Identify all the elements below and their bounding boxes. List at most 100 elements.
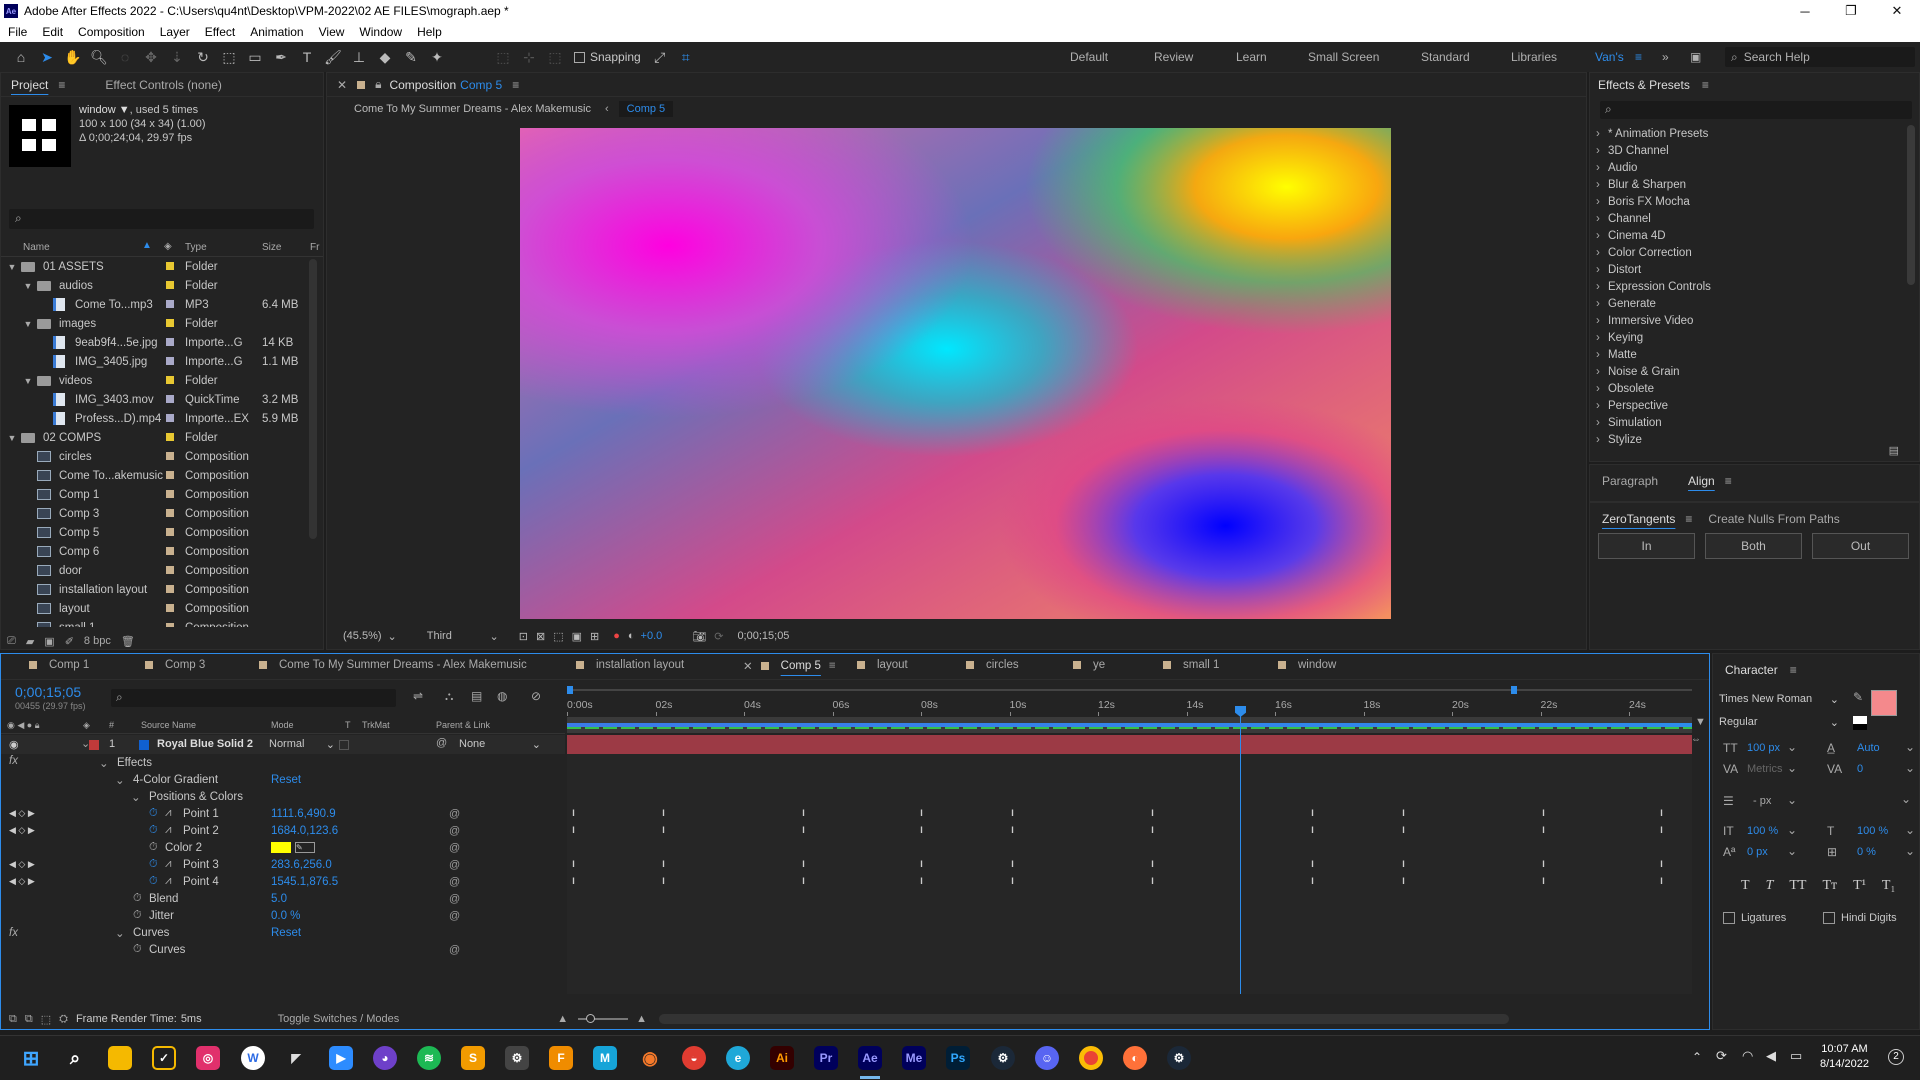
stopwatch-icon[interactable]: ⏱ [149,841,158,854]
timeline-tab[interactable]: ye [1073,659,1105,671]
leading-value[interactable]: Auto [1857,742,1880,754]
graph-icon[interactable]: ⩘ [165,824,172,837]
project-item[interactable]: 9eab9f4...5e.jpg Importe...G 14 KB [1,333,306,352]
project-item-name[interactable]: window ▼ [79,104,130,116]
baseline-shift-value[interactable]: 0 px [1747,846,1768,858]
webex-icon[interactable]: W [241,1046,265,1070]
timeline-tab[interactable]: Come To My Summer Dreams - Alex Makemusi… [259,659,527,671]
work-area-bar[interactable] [567,717,1692,733]
label-color-swatch[interactable] [166,509,174,517]
timeline-tab[interactable]: Comp 3 [145,659,205,671]
clone-stamp-tool-icon[interactable]: ⊥ [346,44,372,70]
keyframe[interactable]: I [1009,860,1016,869]
battery-icon[interactable]: ▭ [1790,1048,1802,1064]
keyframe[interactable]: I [570,877,577,886]
chevron-down-icon[interactable]: ⌄ [1787,844,1797,858]
expression-pickwhip-icon[interactable]: @ [449,808,460,820]
axis-local-icon[interactable]: ⬚ [490,44,516,70]
effects-search-input[interactable]: ⌕ [1600,101,1912,119]
axis-world-icon[interactable]: ⊹ [516,44,542,70]
rectangle-tool-icon[interactable]: ▭ [242,44,268,70]
project-item[interactable]: circles Composition [1,447,306,466]
browser-app-icon[interactable]: ◒ [682,1046,706,1070]
color-swatch[interactable] [271,842,291,853]
effect-category[interactable]: › Simulation [1596,414,1896,431]
orbit-tool-icon[interactable]: ◌ [112,44,138,70]
navigator-start-handle[interactable] [567,686,573,694]
property-value[interactable]: 283.6,256.0 [271,859,332,871]
effect-category[interactable]: › Generate [1596,295,1896,312]
tab-zerotangents[interactable]: ZeroTangents [1602,512,1675,526]
menu-help[interactable]: Help [417,25,442,39]
menu-edit[interactable]: Edit [42,25,63,39]
keyframe[interactable]: I [570,826,577,835]
effect-category[interactable]: › Cinema 4D [1596,227,1896,244]
effect-category[interactable]: › Obsolete [1596,380,1896,397]
composition-menu-icon[interactable]: ≡ [512,78,519,92]
workspace-small-screen[interactable]: Small Screen [1308,42,1379,72]
timeline-tab[interactable]: installation layout [576,659,684,671]
expression-pickwhip-icon[interactable]: @ [449,910,460,922]
timeline-tab[interactable]: window [1278,659,1336,671]
project-item[interactable]: Comp 5 Composition [1,523,306,542]
lock-icon[interactable]: 🔒︎ [375,77,381,92]
effect-category[interactable]: › Noise & Grain [1596,363,1896,380]
project-item[interactable]: Profess...D).mp4 Importe...EX 5.9 MB [1,409,306,428]
new-preset-icon[interactable]: ▤ [1889,444,1899,457]
property-value[interactable]: 1684.0,123.6 [271,825,338,837]
settings-app-icon[interactable]: ⚙ [505,1046,529,1070]
property-value[interactable]: 1111.6,490.9 [271,808,336,820]
label-header-icon[interactable]: ◈ [83,720,90,731]
keyframe[interactable]: I [1540,809,1547,818]
edge-icon[interactable]: e [726,1046,750,1070]
keyframe[interactable]: I [800,809,807,818]
chevron-down-icon[interactable]: ⌄ [1905,740,1915,754]
transparency-grid-icon[interactable]: ⊠ [536,630,545,643]
keyframe[interactable]: I [918,826,925,835]
all-caps-icon[interactable]: TT [1789,878,1806,894]
expand-toggle-icon[interactable]: ▼ [23,319,33,329]
github-icon[interactable]: ◕ [373,1046,397,1070]
graph-icon[interactable]: ⩘ [165,807,172,820]
timeline-tab[interactable]: layout [857,659,908,671]
type-tool-icon[interactable]: T [294,44,320,70]
property-row[interactable]: ⌄ Effects [1,754,565,771]
expression-pickwhip-icon[interactable]: @ [449,859,460,871]
timeline-horizontal-scrollbar[interactable] [659,1014,1510,1024]
effect-category[interactable]: › Keying [1596,329,1896,346]
photoshop-icon[interactable]: Ps [946,1046,970,1070]
keyframe-navigator-icon[interactable]: ◀ ◇ ▶ [9,859,35,870]
eyedropper-icon[interactable]: ✎ [1853,690,1863,704]
keyframe[interactable]: I [1149,860,1156,869]
collapse-property-icon[interactable]: ⌄ [115,926,125,940]
media-encoder-icon[interactable]: Me [902,1046,926,1070]
keyframe[interactable]: I [1540,877,1547,886]
keyframe[interactable]: I [1309,860,1316,869]
breadcrumb-current[interactable]: Comp 5 [618,101,674,117]
home-icon[interactable]: ⌂ [8,44,34,70]
expand-toggle-icon[interactable]: ▼ [23,281,33,291]
column-frame[interactable]: Fr [310,242,319,253]
pan-behind-tool-icon[interactable]: ⬚ [216,44,242,70]
composition-viewer[interactable] [520,128,1391,619]
property-value[interactable]: 5.0 [271,893,287,905]
keyframe[interactable]: I [1540,860,1547,869]
keyframe-navigator-icon[interactable]: ◀ ◇ ▶ [9,876,35,887]
property-value[interactable]: Reset [271,927,301,939]
keyframe[interactable]: I [800,860,807,869]
tsume-value[interactable]: 0 % [1857,846,1876,858]
font-style-dropdown[interactable]: Regular ⌄ [1719,713,1839,731]
toggle-switches-modes[interactable]: Toggle Switches / Modes [278,1013,400,1025]
character-title[interactable]: Character [1725,663,1778,677]
project-item[interactable]: ▼ 01 ASSETS Folder [1,257,306,276]
guides-icon[interactable]: ▣ [572,630,582,643]
layer-label-color[interactable] [89,740,99,750]
project-item[interactable]: Comp 1 Composition [1,485,306,504]
label-color-swatch[interactable] [166,604,174,612]
property-row[interactable]: ⏱ Jitter 0.0 % @ [1,907,565,924]
menu-layer[interactable]: Layer [160,25,190,39]
timeline-tab[interactable]: ✕ Comp 5 ≡ [743,659,836,673]
keyframe[interactable]: I [1400,809,1407,818]
chevron-down-icon[interactable]: ⌄ [1787,823,1797,837]
draft-3d-icon[interactable]: ⛬ [445,689,453,704]
